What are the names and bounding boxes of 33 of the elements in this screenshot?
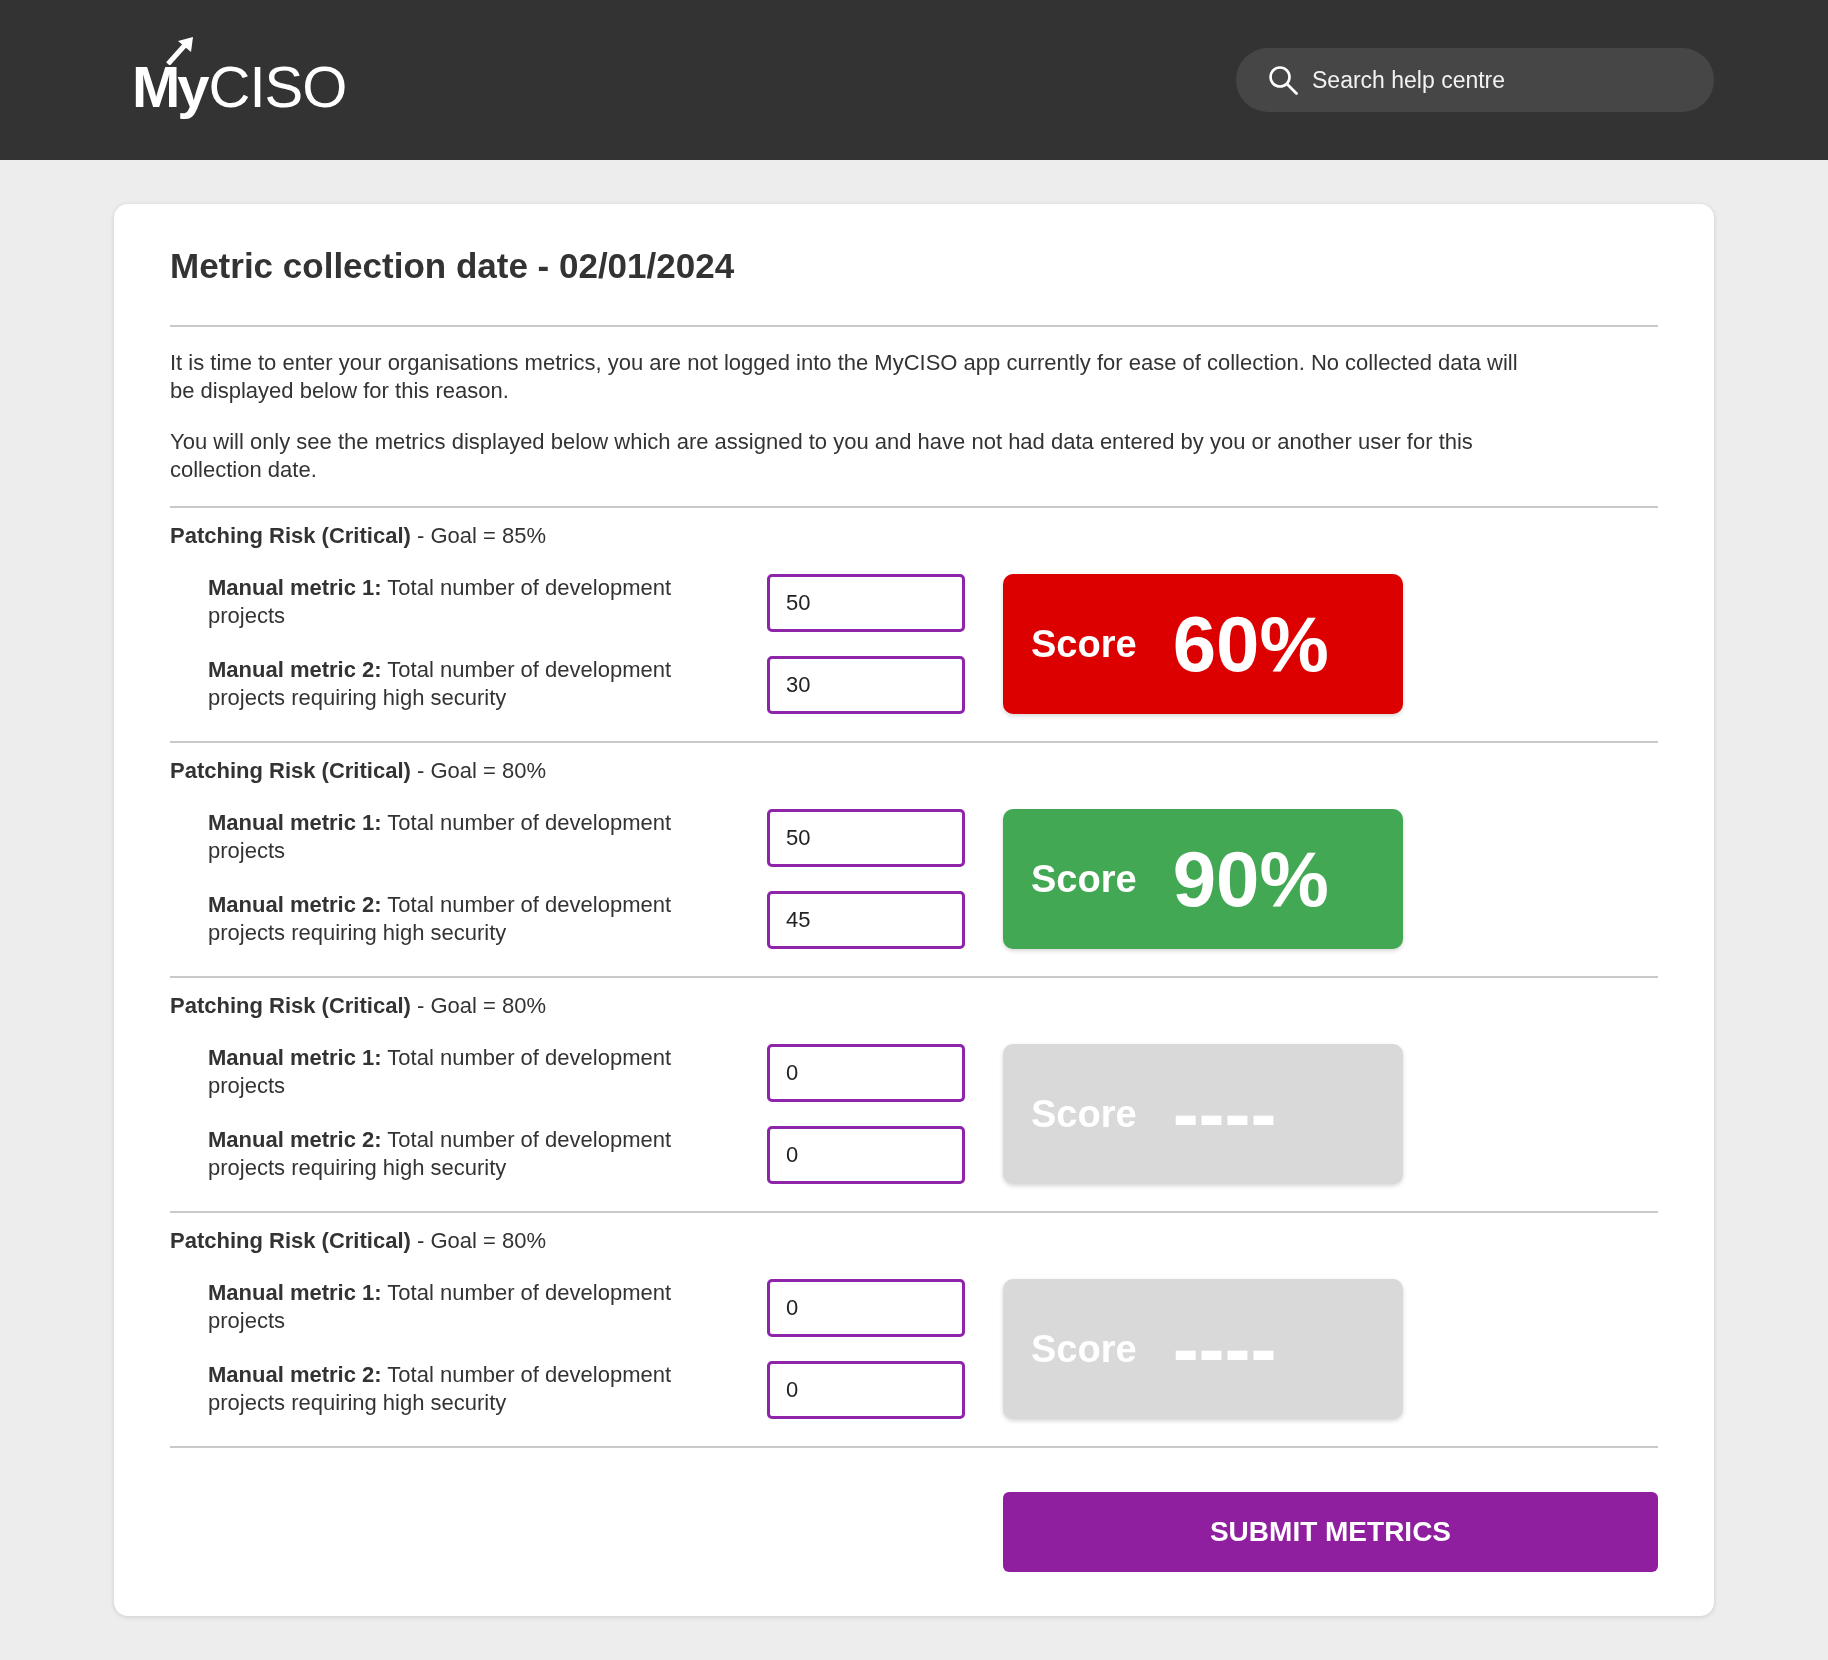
score-value: ---- xyxy=(1172,1310,1277,1388)
metric-input[interactable]: 0 xyxy=(767,1044,965,1102)
metric-input[interactable]: 45 xyxy=(767,891,965,949)
metric-heading: Patching Risk (Critical) - Goal = 80% xyxy=(170,992,547,1020)
metric-input[interactable]: 0 xyxy=(767,1361,965,1419)
metric-label: Manual metric 1: Total number of development projects xyxy=(208,809,673,865)
metric-input[interactable]: 50 xyxy=(767,574,965,632)
metric-heading: Patching Risk (Critical) - Goal = 80% xyxy=(170,1227,547,1255)
metric-heading: Patching Risk (Critical) - Goal = 85% xyxy=(170,522,547,550)
metric-input[interactable]: 30 xyxy=(767,656,965,714)
metric-heading: Patching Risk (Critical) - Goal = 80% xyxy=(170,757,547,785)
metric-label: Manual metric 2: Total number of development projects requiring high security xyxy=(208,1126,673,1182)
form-title: Metric collection date - 02/01/2024 xyxy=(170,245,736,286)
metric-label: Manual metric 1: Total number of development projects xyxy=(208,1279,673,1335)
search-icon xyxy=(1268,65,1298,95)
metric-input[interactable]: 50 xyxy=(767,809,965,867)
metric-label: Manual metric 1: Total number of development projects xyxy=(208,1044,673,1100)
score-value: 60% xyxy=(1172,605,1329,683)
score-label: Score xyxy=(1031,625,1137,663)
metric-input[interactable]: 0 xyxy=(767,1279,965,1337)
metric-label: Manual metric 1: Total number of development projects xyxy=(208,574,673,630)
score-value: 90% xyxy=(1172,840,1329,918)
intro-paragraph: You will only see the metrics displayed below which are assigned to you and have not had data entered by you or another user for this collection date. xyxy=(170,428,1474,484)
score-value: ---- xyxy=(1172,1075,1277,1153)
metric-label: Manual metric 2: Total number of development projects requiring high security xyxy=(208,656,673,712)
metric-label: Manual metric 2: Total number of development projects requiring high security xyxy=(208,891,673,947)
metric-input[interactable]: 0 xyxy=(767,1126,965,1184)
score-label: Score xyxy=(1031,860,1137,898)
submit-button[interactable]: SUBMIT METRICS xyxy=(1003,1492,1658,1572)
metric-label: Manual metric 2: Total number of development projects requiring high security xyxy=(208,1361,673,1417)
search-field[interactable]: Search help centre xyxy=(1236,48,1714,112)
arrow-icon xyxy=(166,37,194,65)
intro-paragraph: It is time to enter your organisations metrics, you are not logged into the MyCISO app currently for ease of collection. No collected data will be displayed below for this reason. xyxy=(170,349,1519,405)
